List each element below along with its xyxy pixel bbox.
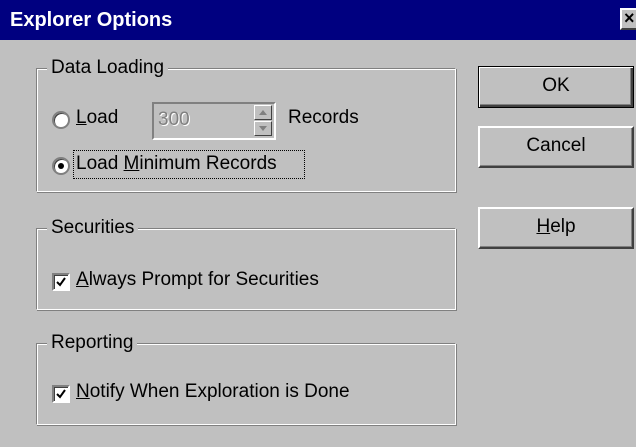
load-accel: L bbox=[76, 107, 87, 128]
help-accel: H bbox=[536, 216, 551, 237]
securities-legend: Securities bbox=[47, 216, 139, 240]
notify-done-label[interactable]: Notify When Exploration is Done bbox=[76, 380, 350, 404]
reporting-legend: Reporting bbox=[47, 331, 138, 355]
checkmark-icon bbox=[56, 389, 66, 399]
load-rest: oad bbox=[86, 107, 119, 128]
notify-done-accel: N bbox=[76, 381, 90, 402]
spin-up-button[interactable] bbox=[254, 105, 272, 120]
explorer-options-dialog: Explorer Options × Data Loading Load 300… bbox=[0, 0, 636, 447]
always-prompt-checkbox[interactable] bbox=[52, 273, 70, 291]
spin-down-icon bbox=[259, 126, 267, 131]
records-label: Records bbox=[288, 107, 359, 128]
title-bar[interactable]: Explorer Options × bbox=[0, 0, 636, 40]
load-radio-label[interactable]: Load bbox=[76, 106, 118, 130]
help-rest: elp bbox=[550, 216, 576, 237]
dialog-title: Explorer Options bbox=[10, 9, 173, 31]
ok-button[interactable]: OK bbox=[478, 66, 634, 108]
load-minimum-radio[interactable] bbox=[52, 157, 70, 175]
notify-done-rest: otify When Exploration is Done bbox=[89, 381, 350, 402]
records-value: 300 bbox=[158, 109, 190, 130]
always-prompt-rest: lways Prompt for Securities bbox=[88, 269, 319, 290]
notify-done-checkbox[interactable] bbox=[52, 385, 70, 403]
spin-down-button[interactable] bbox=[254, 121, 272, 136]
load-radio[interactable] bbox=[52, 111, 70, 129]
always-prompt-accel: A bbox=[76, 269, 89, 290]
cancel-button[interactable]: Cancel bbox=[478, 126, 634, 168]
checkmark-icon bbox=[56, 277, 66, 287]
help-button[interactable]: Help bbox=[478, 207, 634, 249]
close-button[interactable]: × bbox=[620, 8, 636, 30]
close-icon: × bbox=[624, 8, 635, 28]
focus-rectangle bbox=[73, 150, 305, 179]
spin-up-icon bbox=[259, 110, 267, 115]
records-spinner[interactable]: 300 bbox=[152, 102, 276, 140]
data-loading-legend: Data Loading bbox=[47, 56, 169, 80]
always-prompt-label[interactable]: Always Prompt for Securities bbox=[76, 268, 319, 292]
